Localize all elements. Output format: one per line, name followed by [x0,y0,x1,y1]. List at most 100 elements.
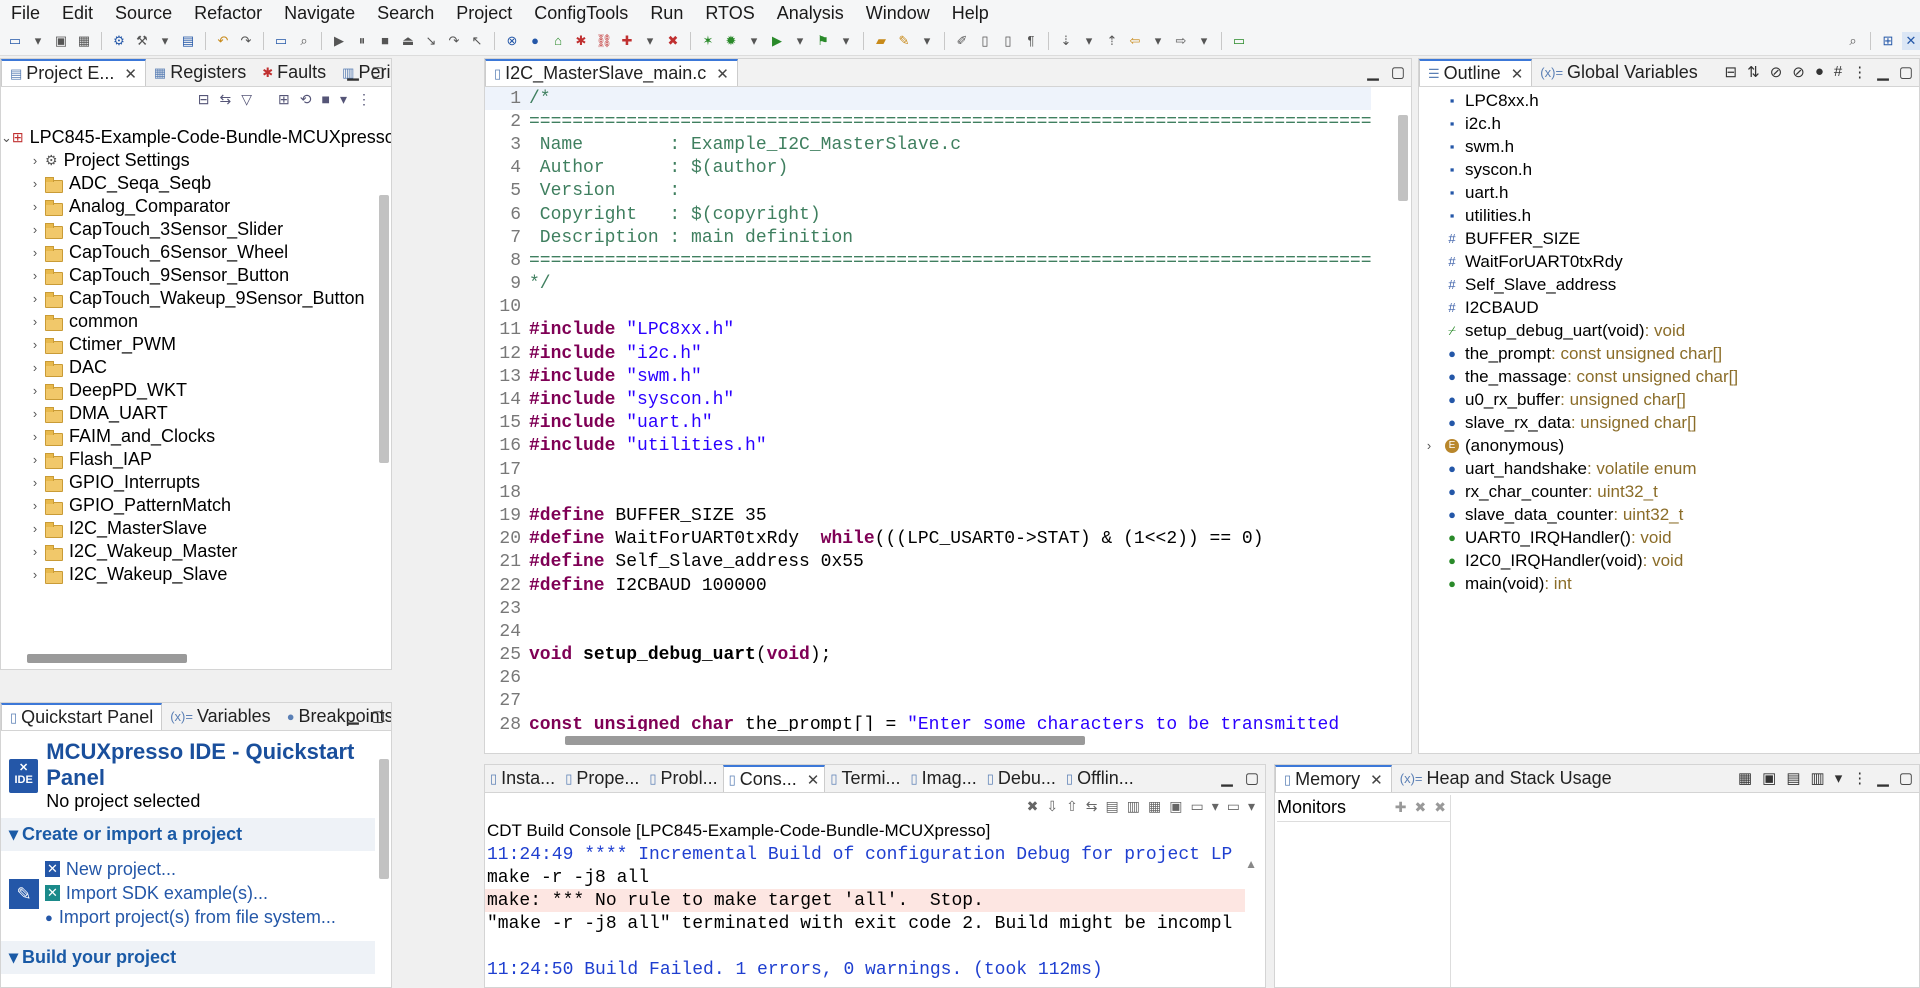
chevron-right-icon[interactable]: › [25,383,45,398]
scroll-lock-icon[interactable]: ⇩ [1046,798,1058,815]
save-all-icon[interactable]: ▦ [75,32,93,50]
chevron-right-icon[interactable]: › [1419,438,1439,453]
maximize-icon[interactable]: ▢ [1899,769,1913,787]
back-icon[interactable]: ⇦ [1126,32,1144,50]
tab-project-explorer[interactable]: ▤ Project E... ✕ [1,59,146,86]
prev-annotation-icon[interactable]: ⇡ [1103,32,1121,50]
outline-item[interactable]: ⌿ setup_debug_uart(void) : void [1419,319,1919,342]
tab-quickstart[interactable]: ▯ Quickstart Panel [1,703,163,730]
outline-item[interactable]: ● the_prompt : const unsigned char[] [1419,342,1919,365]
tab-console[interactable]: ▯ Cons... ✕ [722,765,826,792]
chevron-right-icon[interactable]: › [25,544,45,559]
tree-item[interactable]: › I2C_MasterSlave [1,517,373,540]
hide-static-icon[interactable]: ⊘ [1792,63,1805,81]
chevron-right-icon[interactable]: › [25,176,45,191]
chip-icon[interactable]: ▤ [179,32,197,50]
chevron-right-icon[interactable]: › [25,222,45,237]
dropdown-icon[interactable]: ▾ [1195,32,1213,50]
hide-macros-icon[interactable]: # [1834,63,1842,81]
chevron-down-icon[interactable]: ▾ [1835,769,1843,787]
section-build[interactable]: ▾ Build your project [1,941,375,974]
display-icon[interactable]: ▣ [1169,798,1182,815]
chevron-down-icon[interactable]: ⌄ [1,130,12,146]
stop-debug-icon[interactable]: ✖ [664,32,682,50]
menu-analysis[interactable]: Analysis [766,3,855,24]
tree-item[interactable]: › DeepPD_WKT [1,379,373,402]
flash-icon[interactable]: ✚ [618,32,636,50]
maximize-icon[interactable]: ▢ [1245,769,1259,787]
outline-item[interactable]: # WaitForUART0txRdy [1419,250,1919,273]
hide-fields-icon[interactable]: ⊘ [1770,63,1783,81]
menu-edit[interactable]: Edit [51,3,104,24]
outline-item[interactable]: ● slave_data_counter : uint32_t [1419,503,1919,526]
chevron-right-icon[interactable]: › [25,475,45,490]
outline-item[interactable]: ▪ uart.h [1419,181,1919,204]
globe-icon[interactable]: ● [526,32,544,50]
tab-install[interactable]: ▯ Insta... [485,765,560,792]
remove-monitor-icon[interactable]: ✖ [1415,799,1427,816]
chevron-right-icon[interactable]: › [25,406,45,421]
chevron-right-icon[interactable]: › [25,452,45,467]
chevron-right-icon[interactable]: › [25,498,45,513]
tab-debugger[interactable]: ▯ Debu... [982,765,1061,792]
dropdown-icon[interactable]: ▾ [1248,798,1255,815]
outline-item[interactable]: ● slave_rx_data : unsigned char[] [1419,411,1919,434]
paste-icon[interactable]: ▥ [1127,798,1140,815]
dropdown-icon[interactable]: ▾ [29,32,47,50]
dropdown-icon[interactable]: ▾ [791,32,809,50]
hide-nonpublic-icon[interactable]: ● [1815,63,1824,81]
dropdown-icon[interactable]: ▾ [1212,798,1219,815]
dropdown-icon[interactable]: ▾ [918,32,936,50]
maximize-icon[interactable]: ▢ [1899,63,1913,81]
probe-icon[interactable]: ✱ [572,32,590,50]
close-icon[interactable]: ✕ [807,771,820,789]
perspective-icon[interactable]: ✕ [1902,31,1920,50]
outline-item[interactable]: ● u0_rx_buffer : unsigned char[] [1419,388,1919,411]
chevron-right-icon[interactable]: › [25,337,45,352]
close-icon[interactable]: ✕ [716,65,729,83]
tree-item[interactable]: › DAC [1,356,373,379]
run-icon[interactable]: ▶ [768,32,786,50]
step-over-icon[interactable]: ↷ [445,32,463,50]
debug-icon[interactable]: ✹ [722,32,740,50]
dropdown-icon[interactable]: ▾ [156,32,174,50]
undo-icon[interactable]: ↶ [214,32,232,50]
close-icon[interactable]: ✕ [1511,65,1524,83]
terminal-icon[interactable]: ▭ [272,32,290,50]
minimize-icon[interactable]: ▁ [1221,769,1233,787]
pilcrow-icon[interactable]: ¶ [1022,32,1040,50]
annotate-icon[interactable]: ✐ [953,32,971,50]
export-icon[interactable]: ▤ [1786,769,1800,787]
chevron-right-icon[interactable]: › [25,268,45,283]
step-return-icon[interactable]: ↖ [468,32,486,50]
tree-item[interactable]: › CapTouch_Wakeup_9Sensor_Button [1,287,373,310]
tree-item[interactable]: › GPIO_PatternMatch [1,494,373,517]
resume-icon[interactable]: ▶ [330,32,348,50]
wand-icon[interactable]: ✎ [895,32,913,50]
minimize-icon[interactable]: ▁ [1877,63,1889,81]
collapse-icon[interactable]: ⊟ [1725,63,1738,81]
close-icon[interactable]: ✕ [1370,771,1383,789]
tab-global-variables[interactable]: (x)= Global Variables [1532,59,1706,86]
tree-root[interactable]: ⌄ ⊞ LPC845-Example-Code-Bundle-MCUXpress… [1,126,391,149]
menu-refactor[interactable]: Refactor [183,3,273,24]
tab-terminal[interactable]: ▯ Termi... [825,765,905,792]
menu-project[interactable]: Project [445,3,523,24]
chevron-right-icon[interactable]: › [25,429,45,444]
close-icon[interactable]: ✕ [124,65,137,83]
open-perspective-icon[interactable]: ⊞ [1879,32,1897,50]
tab-problems[interactable]: ▯ Probl... [644,765,722,792]
debug-config-icon[interactable]: ⊗ [503,32,521,50]
settings-icon[interactable]: ⚙ [110,32,128,50]
forward-icon[interactable]: ⇨ [1172,32,1190,50]
tab-heap-stack[interactable]: (x)= Heap and Stack Usage [1392,765,1620,792]
outline-item[interactable]: ▪ utilities.h [1419,204,1919,227]
search-tool-icon[interactable]: ⌕ [295,32,313,50]
tab-image[interactable]: ▯ Imag... [906,765,982,792]
open-folder-icon[interactable]: ▰ [872,32,890,50]
outline-item[interactable]: ▪ LPC8xx.h [1419,89,1919,112]
explorer-vertical-scrollbar[interactable] [379,195,389,463]
next-annotation-icon[interactable]: ⇣ [1057,32,1075,50]
outline-item[interactable]: ● main(void) : int [1419,572,1919,595]
tree-item[interactable]: › common [1,310,373,333]
